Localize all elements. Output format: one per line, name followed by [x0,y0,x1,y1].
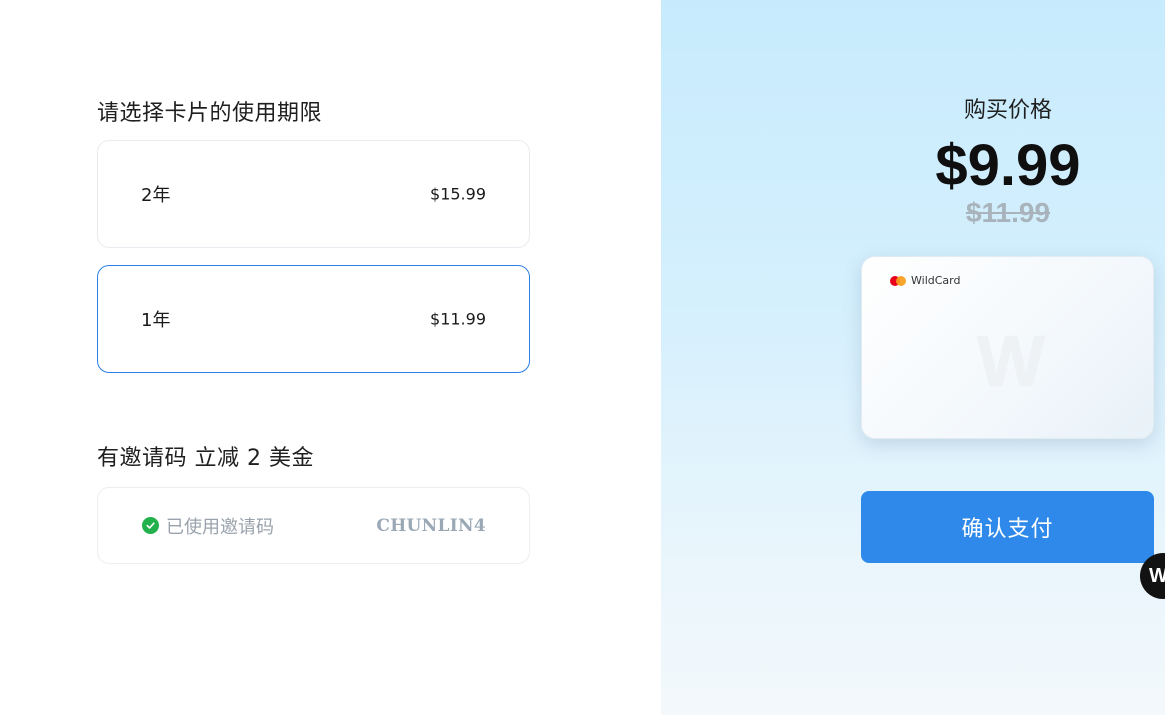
plan-duration: 2年 [141,185,171,206]
duration-section-title: 请选择卡片的使用期限 [97,101,323,126]
card-brand-label: WildCard [911,274,961,287]
plan-duration: 1年 [141,310,171,331]
invite-code-field[interactable]: 已使用邀请码 CHUNLIN4 [97,487,530,564]
original-price: $11.99 [965,197,1051,228]
plan-price: $15.99 [430,184,486,204]
invite-status-label: 已使用邀请码 [166,516,274,538]
confirm-payment-button[interactable]: 确认支付 [861,491,1154,563]
plan-option-2-year[interactable]: 2年 $15.99 [97,140,530,248]
purchase-price-label: 购买价格 [963,98,1052,123]
plan-price: $11.99 [430,309,486,329]
plan-option-1-year[interactable]: 1年 $11.99 [97,265,530,373]
card-watermark-logo: W [977,322,1045,402]
invite-code-value: CHUNLIN4 [376,515,486,536]
duration-panel: 请选择卡片的使用期限 2年 $15.99 1年 $11.99 有邀请码 立减 2… [0,0,661,715]
card-brand: WildCard [890,274,960,287]
invite-section-title: 有邀请码 立减 2 美金 [97,446,314,471]
invite-status: 已使用邀请码 [142,513,274,539]
current-price: $9.99 [935,133,1081,198]
check-circle-icon [142,517,159,534]
purchase-panel: 购买价格 $9.99 $11.99 WildCard W 确认支付 [661,0,1165,715]
card-preview: WildCard W [861,256,1154,439]
mastercard-logo-icon [890,275,906,286]
